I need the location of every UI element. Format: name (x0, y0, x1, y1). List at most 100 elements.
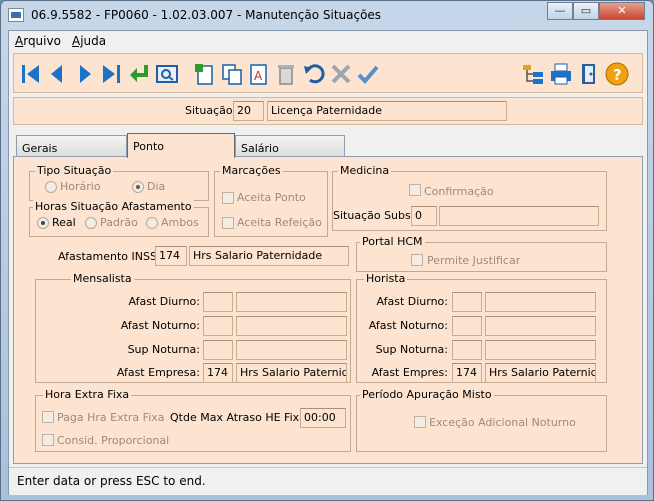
tab-salario[interactable]: Salário (235, 135, 345, 157)
horista-afast-noturno-code-field[interactable] (452, 316, 482, 336)
menu-arquivo[interactable]: Arquivo (15, 34, 61, 48)
tipo-situacao-title: Tipo Situação (35, 164, 114, 177)
title-bar[interactable]: 06.9.5582 - FP0060 - 1.02.03.007 - Manut… (1, 1, 653, 29)
periodo-apuracao-group: Período Apuração Misto Exceção Adicional… (356, 388, 607, 452)
exit-icon[interactable] (576, 61, 602, 87)
excecao-adicional-checkbox[interactable] (414, 416, 426, 428)
consid-proporcional-label: Consid. Proporcional (57, 434, 170, 447)
hora-extra-fixa-title: Hora Extra Fixa (43, 388, 132, 401)
mensalista-afast-empresa-label: Afast Empresa: (116, 366, 200, 379)
tab-strip: Gerais Ponto Salário (13, 133, 643, 158)
situacao-subst-label: Situação Subst: (333, 209, 419, 222)
ponto-tab-panel: Tipo Situação Horário Dia Horas Situação… (13, 156, 643, 464)
aceita-refeicao-checkbox[interactable] (222, 217, 234, 229)
last-record-icon[interactable] (98, 61, 124, 87)
mensalista-sup-noturna-code-field[interactable] (203, 340, 233, 360)
aceita-refeicao-label: Aceita Refeição (237, 216, 322, 229)
spellcheck-icon[interactable]: A (246, 61, 272, 87)
copy-icon[interactable] (219, 61, 245, 87)
mensalista-sup-noturna-desc-field[interactable] (236, 340, 347, 360)
ambos-radio[interactable] (146, 217, 158, 229)
application-window: 06.9.5582 - FP0060 - 1.02.03.007 - Manut… (0, 0, 654, 501)
mensalista-title: Mensalista (71, 272, 134, 285)
tipo-situacao-group: Tipo Situação Horário Dia (29, 164, 209, 201)
menu-ajuda-mnemonic: Aj (72, 34, 84, 48)
svg-text:A: A (254, 69, 263, 83)
horista-afast-diurno-label: Afast Diurno: (376, 295, 448, 308)
minimize-button[interactable]: — (547, 2, 573, 20)
horista-group: Horista Afast Diurno: Afast Noturno: Sup… (356, 272, 607, 383)
situacao-description-field[interactable]: Licença Paternidade (267, 101, 507, 121)
window-title: 06.9.5582 - FP0060 - 1.02.03.007 - Manut… (31, 8, 382, 22)
aceita-ponto-label: Aceita Ponto (237, 191, 306, 204)
horario-radio[interactable] (45, 181, 57, 193)
paga-hra-extra-label: Paga Hra Extra Fixa (57, 411, 165, 424)
ambos-label: Ambos (161, 216, 199, 229)
svg-text:?: ? (613, 66, 622, 84)
horista-afast-empres-label: Afast Empres: (371, 366, 448, 379)
aceita-ponto-checkbox[interactable] (222, 192, 234, 204)
help-icon[interactable]: ? (604, 61, 630, 87)
cancel-icon[interactable] (328, 61, 354, 87)
permite-justificar-checkbox[interactable] (411, 254, 423, 266)
situacao-subst-code-field[interactable]: 0 (411, 206, 437, 226)
mensalista-afast-noturno-code-field[interactable] (203, 316, 233, 336)
qtde-max-atraso-label: Qtde Max Atraso HE Fixa: (170, 411, 310, 424)
dia-radio[interactable] (132, 181, 144, 193)
horista-afast-noturno-desc-field[interactable] (485, 316, 596, 336)
horista-sup-noturna-label: Sup Noturna: (375, 343, 448, 356)
afastamento-inss-code-field[interactable]: 174 (155, 246, 187, 266)
enter-icon[interactable] (126, 61, 152, 87)
medicina-group: Medicina Confirmação Situação Subst: 0 (332, 164, 607, 231)
padrao-label: Padrão (100, 216, 138, 229)
menu-ajuda[interactable]: Ajuda (72, 34, 106, 48)
mensalista-afast-empresa-code-field[interactable]: 174 (203, 363, 233, 383)
mensalista-afast-diurno-desc-field[interactable] (236, 292, 347, 312)
situacao-code-field[interactable]: 20 (233, 101, 264, 121)
padrao-radio[interactable] (85, 217, 97, 229)
mensalista-sup-noturna-label: Sup Noturna: (127, 343, 200, 356)
prev-record-icon[interactable] (44, 61, 70, 87)
horista-afast-empres-code-field[interactable]: 174 (452, 363, 482, 383)
new-record-icon[interactable] (192, 61, 218, 87)
mensalista-afast-empresa-desc-field[interactable]: Hrs Salario Paternidad (236, 363, 347, 383)
undo-icon[interactable] (301, 61, 327, 87)
confirmacao-checkbox[interactable] (409, 184, 421, 196)
delete-icon[interactable] (273, 61, 299, 87)
portal-hcm-title: Portal HCM (360, 235, 425, 248)
menu-arquivo-label: rquivo (23, 34, 61, 48)
close-button[interactable]: ✕ (599, 2, 645, 20)
menu-bar: Arquivo Ajuda (9, 31, 647, 51)
tab-gerais[interactable]: Gerais (16, 135, 127, 157)
horista-afast-diurno-desc-field[interactable] (485, 292, 596, 312)
marcacoes-group: Marcações Aceita Ponto Aceita Refeição (214, 164, 328, 237)
horista-afast-empres-desc-field[interactable]: Hrs Salario Paternidad (485, 363, 596, 383)
maximize-button[interactable]: ▭ (573, 2, 599, 20)
horista-sup-noturna-code-field[interactable] (452, 340, 482, 360)
horista-sup-noturna-desc-field[interactable] (485, 340, 596, 360)
next-record-icon[interactable] (72, 61, 98, 87)
consid-proporcional-checkbox[interactable] (42, 434, 54, 446)
mensalista-afast-diurno-label: Afast Diurno: (128, 295, 200, 308)
qtde-max-atraso-field[interactable]: 00:00 (300, 408, 346, 428)
situacao-subst-desc-field[interactable] (439, 206, 599, 226)
horas-afastamento-group: Horas Situação Afastamento Real Padrão A… (29, 200, 209, 237)
confirm-icon[interactable] (355, 61, 381, 87)
horas-afastamento-title: Horas Situação Afastamento (33, 200, 194, 213)
print-icon[interactable] (548, 61, 574, 87)
mensalista-afast-noturno-label: Afast Noturno: (120, 319, 200, 332)
mensalista-afast-diurno-code-field[interactable] (203, 292, 233, 312)
first-record-icon[interactable] (18, 61, 44, 87)
tab-ponto[interactable]: Ponto (127, 133, 235, 158)
real-radio[interactable] (37, 217, 49, 229)
tree-icon[interactable] (520, 61, 546, 87)
afastamento-inss-desc-field[interactable]: Hrs Salario Paternidade (189, 246, 349, 266)
status-bar: Enter data or press ESC to end. (9, 467, 647, 495)
search-icon[interactable] (154, 61, 180, 87)
situacao-label: Situação: (185, 104, 237, 117)
mensalista-group: Mensalista Afast Diurno: Afast Noturno: … (35, 272, 351, 383)
horista-afast-diurno-code-field[interactable] (452, 292, 482, 312)
mensalista-afast-noturno-desc-field[interactable] (236, 316, 347, 336)
paga-hra-extra-checkbox[interactable] (42, 411, 54, 423)
hora-extra-fixa-group: Hora Extra Fixa Paga Hra Extra Fixa Qtde… (35, 388, 351, 452)
